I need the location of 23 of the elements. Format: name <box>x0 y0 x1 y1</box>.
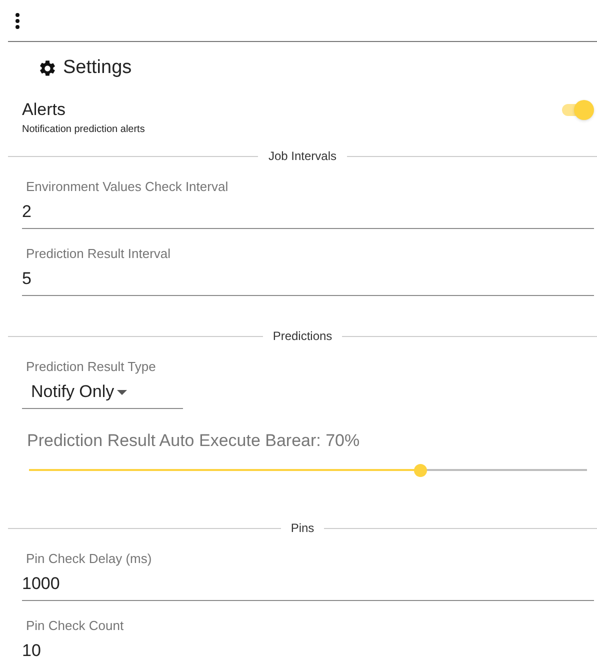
select-field[interactable]: Notify Only <box>22 379 183 409</box>
input-field[interactable]: 10 <box>22 638 594 666</box>
field-label: Prediction Result Interval <box>25 245 172 263</box>
field-label: Prediction Result Type <box>25 358 157 376</box>
section-heading: Job Intervals <box>267 148 338 165</box>
field-label: Pin Check Count <box>25 617 125 635</box>
settings-icon <box>38 58 57 78</box>
section-heading: Predictions <box>272 328 334 345</box>
caret-icon <box>117 390 128 394</box>
section-heading: Pins <box>290 520 316 537</box>
slider-thumb[interactable] <box>414 464 427 476</box>
settings-title: Settings <box>63 56 132 80</box>
field-label: Pin Check Delay (ms) <box>25 550 153 568</box>
input-field[interactable]: 2 <box>22 199 594 229</box>
alerts-description: Notification prediction alerts <box>22 123 145 137</box>
slider-label: Prediction Result Auto Execute Barear: 70% <box>27 430 361 452</box>
more-icon[interactable] <box>15 12 20 28</box>
alerts-title: Alerts <box>22 99 66 121</box>
field-label: Environment Values Check Interval <box>25 178 230 196</box>
input-field[interactable]: 1000 <box>22 571 594 601</box>
alerts-toggle[interactable] <box>560 100 594 120</box>
slider-track[interactable] <box>29 463 587 477</box>
input-field[interactable]: 5 <box>22 266 594 296</box>
